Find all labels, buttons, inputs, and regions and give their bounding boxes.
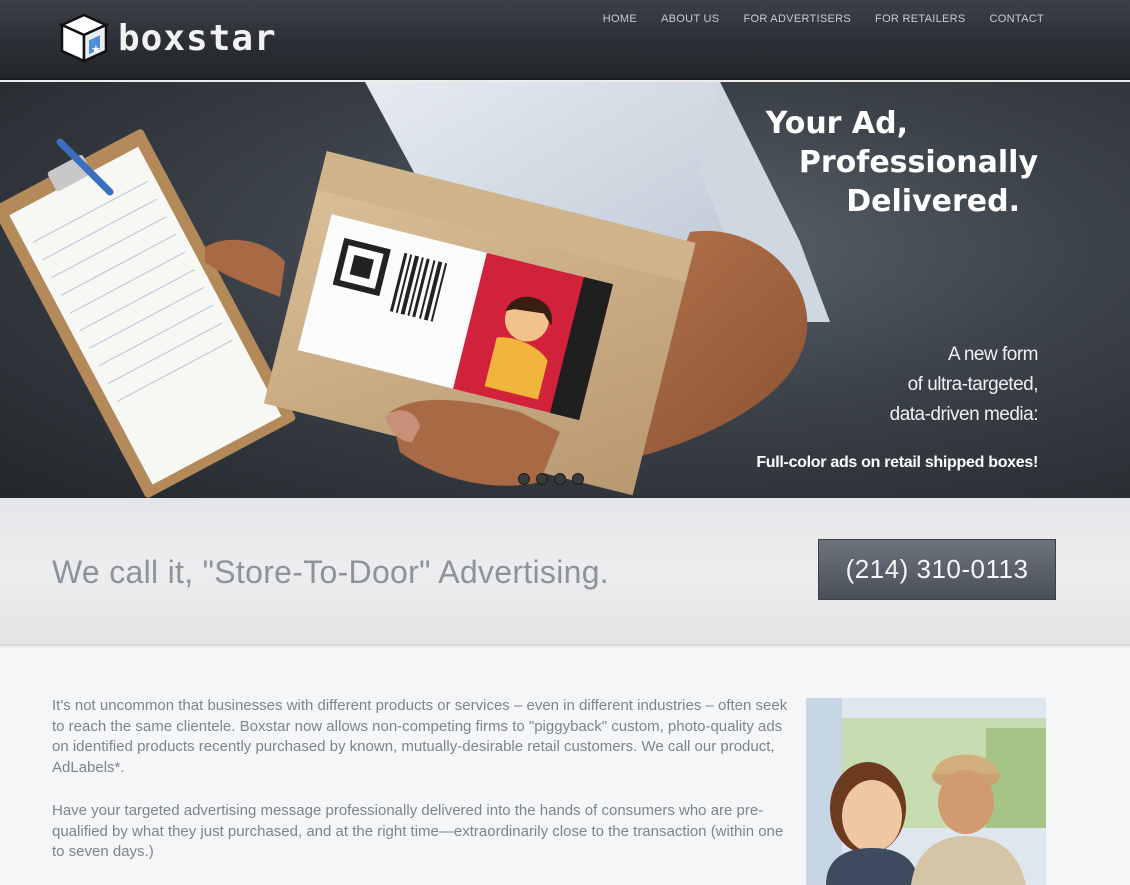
intro-paragraph: It's not uncommon that businesses with d… xyxy=(52,697,788,776)
hero-headline-line-3: Delivered. xyxy=(846,184,1020,219)
hero-sub-line-1: A new form xyxy=(947,344,1039,365)
couple-delivery-photo xyxy=(806,698,1046,885)
callout-banner: We call it, "Store-To-Door" Advertising.… xyxy=(0,498,1130,646)
brand-name: boxstar xyxy=(118,17,277,59)
hero-sub-line-2: of ultra-targeted, xyxy=(907,374,1039,395)
nav-home[interactable]: HOME xyxy=(603,13,637,25)
site-header: ★ boxstar HOME ABOUT US FOR ADVERTISERS … xyxy=(0,0,1130,80)
logo[interactable]: ★ boxstar xyxy=(58,12,277,64)
store-to-door-tagline: We call it, "Store-To-Door" Advertising. xyxy=(52,554,609,590)
hero-headline: Your Ad, Professionally Delivered. xyxy=(766,104,1038,221)
slider-dot-2[interactable] xyxy=(536,473,548,485)
hero-headline-line-1: Your Ad, xyxy=(765,106,908,141)
svg-text:★: ★ xyxy=(91,43,101,56)
slider-dot-4[interactable] xyxy=(572,473,584,485)
hero-sub-line-3: data-driven media: xyxy=(889,404,1039,425)
main-content: It's not uncommon that businesses with d… xyxy=(0,648,1130,885)
hero-headline-line-2: Professionally xyxy=(798,145,1038,180)
nav-contact[interactable]: CONTACT xyxy=(990,13,1044,25)
nav-about-us[interactable]: ABOUT US xyxy=(661,13,719,25)
nav-for-advertisers[interactable]: FOR ADVERTISERS xyxy=(743,13,851,25)
nav-for-retailers[interactable]: FOR RETAILERS xyxy=(875,13,966,25)
box-logo-icon: ★ xyxy=(58,13,110,63)
phone-button[interactable]: (214) 310-0113 xyxy=(818,539,1056,600)
hero-subheadline: A new form of ultra-targeted, data-drive… xyxy=(889,340,1039,430)
slider-dot-1[interactable] xyxy=(518,473,530,485)
hero-slider: Your Ad, Professionally Delivered. A new… xyxy=(0,82,1130,498)
hero-tagline: Full-color ads on retail shipped boxes! xyxy=(756,454,1038,471)
delivery-paragraph: Have your targeted advertising message p… xyxy=(52,802,784,860)
slider-pagination xyxy=(518,473,584,485)
main-nav: HOME ABOUT US FOR ADVERTISERS FOR RETAIL… xyxy=(603,13,1044,25)
slider-dot-3[interactable] xyxy=(554,473,566,485)
